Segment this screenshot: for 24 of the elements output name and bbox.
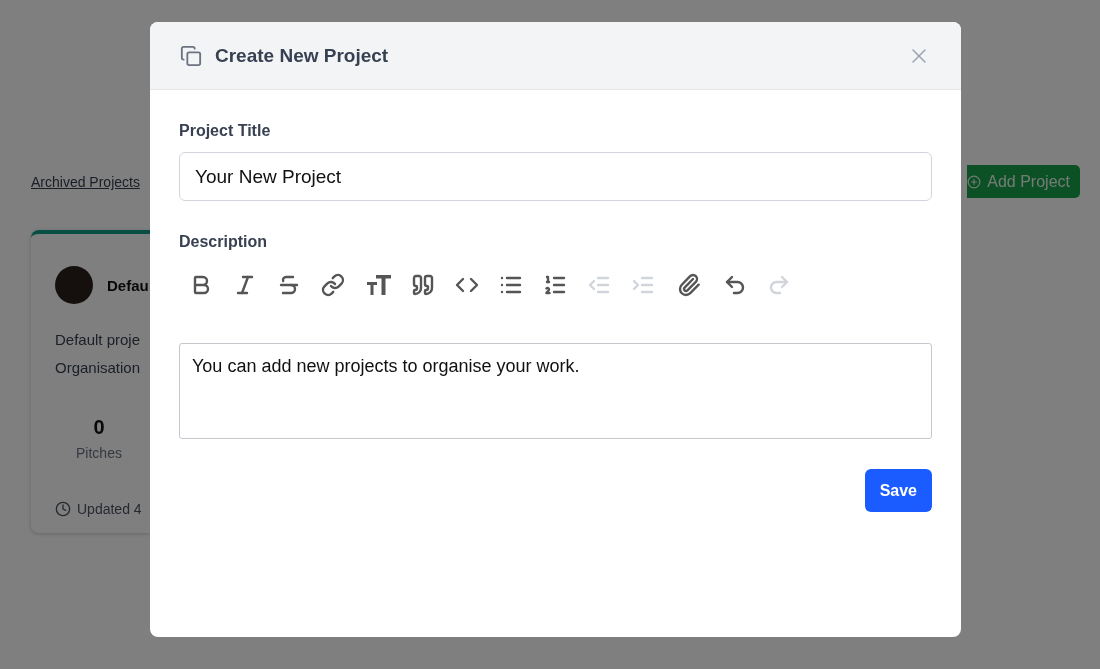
avatar <box>55 266 93 304</box>
quote-icon <box>411 273 435 297</box>
updated-text: Updated 4 <box>77 501 142 517</box>
field-label: Project Title <box>179 122 272 140</box>
text-size-icon <box>366 274 392 296</box>
dialog-title: Create New Project <box>215 44 390 67</box>
project-name: Defau <box>107 276 149 294</box>
project-title-input[interactable]: Your New Project <box>179 152 932 201</box>
strikethrough-icon <box>277 273 301 297</box>
redo-icon <box>767 273 791 297</box>
project-description: Default proje Organisation <box>55 330 142 378</box>
undo-icon <box>723 273 747 297</box>
stat-label: Pitches <box>76 445 122 461</box>
description-editor[interactable]: You can add new projects to organise your work. <box>179 343 932 439</box>
save-button[interactable]: Save <box>864 469 932 512</box>
numbered-list-icon <box>543 273 567 297</box>
archived-projects-link[interactable]: Archived Projects <box>31 174 150 190</box>
clock-icon <box>55 501 71 517</box>
link-button[interactable] <box>319 271 347 299</box>
link-icon <box>321 273 345 297</box>
paperclip-icon <box>677 273 701 297</box>
stat-value: 0 <box>93 416 105 439</box>
copy-icon <box>180 44 202 67</box>
field-label: Description <box>179 233 268 251</box>
